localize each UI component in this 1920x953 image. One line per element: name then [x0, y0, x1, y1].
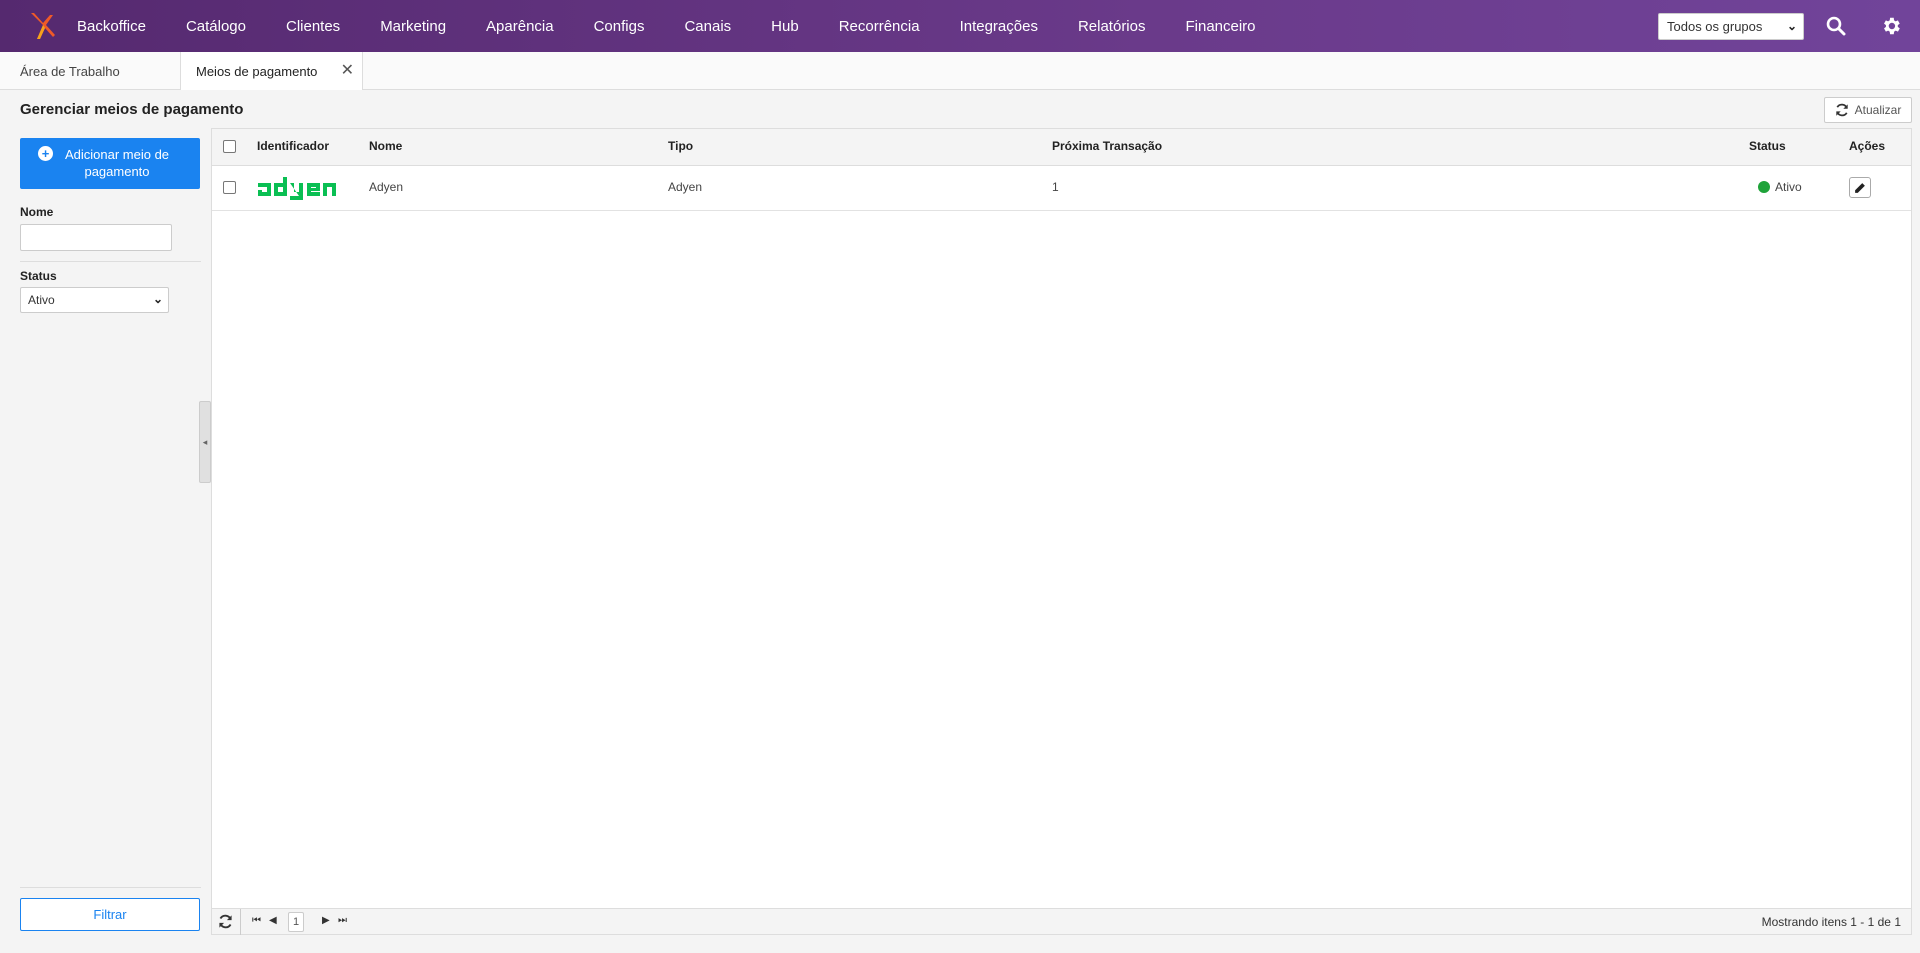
close-icon[interactable]: ✕: [341, 60, 354, 80]
gear-icon: [1884, 17, 1900, 35]
nav-backoffice[interactable]: Backoffice: [77, 18, 166, 35]
filter-button[interactable]: Filtrar: [20, 898, 200, 931]
nav-aparencia[interactable]: Aparência: [466, 18, 574, 35]
header-name[interactable]: Nome: [369, 139, 402, 153]
header-actions: Ações: [1849, 139, 1886, 153]
table-row[interactable]: Adyen Adyen 1 Ativo: [212, 166, 1911, 211]
status-filter-select[interactable]: Ativo ⌄: [20, 287, 169, 313]
nav-configs[interactable]: Configs: [574, 18, 665, 35]
nav-recorrencia[interactable]: Recorrência: [819, 18, 940, 35]
nav-integracoes[interactable]: Integrações: [940, 18, 1058, 35]
payment-methods-grid: Identificador Nome Tipo Próxima Transaçã…: [211, 128, 1912, 935]
header-next-transaction[interactable]: Próxima Transação: [1052, 139, 1162, 153]
tab-label: Área de Trabalho: [20, 63, 120, 79]
search-icon: [1826, 16, 1846, 36]
first-page-icon[interactable]: ⏮: [252, 915, 261, 926]
tab-bar: Área de Trabalho Meios de pagamento ✕: [0, 52, 1920, 91]
search-button[interactable]: [1823, 13, 1849, 39]
header-identifier[interactable]: Identificador: [257, 139, 329, 153]
divider: [20, 887, 201, 888]
select-all-checkbox[interactable]: [223, 140, 236, 153]
row-checkbox[interactable]: [223, 181, 236, 194]
pencil-icon: [1855, 182, 1865, 193]
nav-clientes[interactable]: Clientes: [266, 18, 360, 35]
plus-circle-icon: +: [38, 146, 53, 161]
status-filter-label: Status: [20, 269, 57, 283]
adyen-logo: [258, 177, 336, 200]
refresh-icon: [1835, 103, 1848, 117]
row-next-transaction: 1: [1052, 180, 1059, 194]
header-type[interactable]: Tipo: [668, 139, 693, 153]
pager-info: Mostrando itens 1 - 1 de 1: [1761, 915, 1901, 929]
collapse-sidebar-handle[interactable]: ◂: [199, 401, 211, 483]
nav-marketing[interactable]: Marketing: [360, 18, 466, 35]
refresh-label: Atualizar: [1854, 103, 1902, 117]
divider: [240, 909, 241, 935]
chevron-down-icon: ⌄: [152, 292, 163, 306]
brand-logo-icon[interactable]: [27, 11, 57, 41]
nav-hub[interactable]: Hub: [751, 18, 819, 35]
grid-header: Identificador Nome Tipo Próxima Transaçã…: [212, 129, 1911, 166]
page-content: Gerenciar meios de pagamento Atualizar +…: [0, 90, 1920, 953]
group-select-value: Todos os grupos: [1667, 19, 1763, 34]
nav-canais[interactable]: Canais: [664, 18, 751, 35]
reload-icon[interactable]: [218, 914, 233, 929]
edit-button[interactable]: [1849, 177, 1871, 198]
chevron-down-icon: ⌄: [1786, 19, 1797, 33]
prev-page-icon[interactable]: ◀: [269, 915, 277, 926]
row-status: Ativo: [1775, 180, 1802, 194]
nav-relatorios[interactable]: Relatórios: [1058, 18, 1166, 35]
settings-button[interactable]: [1878, 13, 1904, 39]
divider: [20, 261, 201, 262]
name-filter-input[interactable]: [20, 224, 172, 251]
page-number[interactable]: 1: [288, 912, 304, 932]
status-select-value: Ativo: [28, 293, 55, 307]
tab-area-de-trabalho[interactable]: Área de Trabalho: [20, 52, 120, 90]
nav-financeiro[interactable]: Financeiro: [1165, 18, 1275, 35]
nav-catalogo[interactable]: Catálogo: [166, 18, 266, 35]
grid-pager: ⏮ ◀ 1 ▶ ⏭ Mostrando itens 1 - 1 de 1: [212, 908, 1911, 935]
name-filter-label: Nome: [20, 205, 54, 219]
tab-meios-de-pagamento[interactable]: Meios de pagamento ✕: [180, 52, 363, 91]
top-navbar: Backoffice Catálogo Clientes Marketing A…: [0, 0, 1920, 52]
page-title: Gerenciar meios de pagamento: [20, 101, 244, 118]
status-active-dot: [1758, 181, 1770, 193]
add-payment-method-button[interactable]: + Adicionar meio de pagamento: [20, 138, 200, 189]
header-status[interactable]: Status: [1749, 139, 1786, 153]
filter-sidebar: + Adicionar meio de pagamento Nome Statu…: [0, 128, 211, 953]
next-page-icon[interactable]: ▶: [322, 915, 330, 926]
row-name: Adyen: [369, 180, 404, 194]
tab-label: Meios de pagamento: [196, 63, 318, 79]
group-select[interactable]: Todos os grupos ⌄: [1658, 13, 1804, 40]
refresh-button[interactable]: Atualizar: [1824, 97, 1912, 123]
row-type: Adyen: [668, 180, 703, 194]
last-page-icon[interactable]: ⏭: [338, 915, 347, 926]
